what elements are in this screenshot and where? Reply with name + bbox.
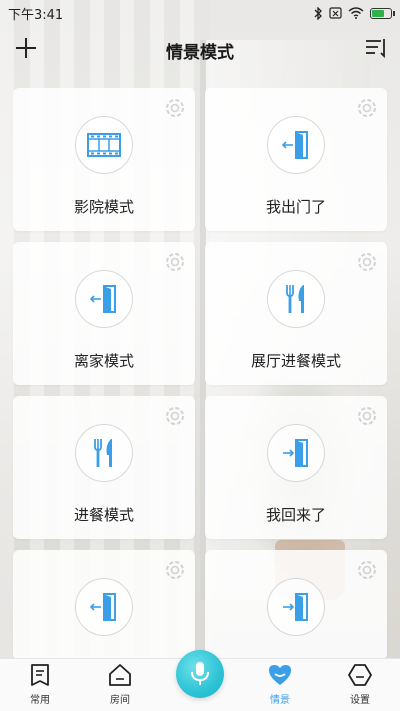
bluetooth-icon [314,6,322,20]
heart-icon [269,665,291,685]
scene-icon-circle [267,424,325,482]
page-title: 情景模式 [166,42,234,63]
gear-icon[interactable] [353,402,381,430]
sort-icon[interactable] [364,36,388,60]
scene-label: 我回来了 [265,506,326,524]
status-time: 下午3:41 [8,7,64,23]
plus-icon[interactable] [12,34,40,62]
cutlery-icon [286,285,304,313]
door-exit-icon [281,131,308,159]
scene-icon-circle [75,578,133,636]
scene-grid: 影院模式 我出门了 离家模式 展厅进餐模式 进餐模式 我回来了 [13,88,387,660]
scene-card[interactable]: 离家模式 [13,242,195,385]
scene-card[interactable]: 我出门了 [205,88,387,231]
tab-label: 常用 [30,695,50,706]
cutlery-icon [94,439,112,467]
sim-icon [329,7,342,19]
door-enter-icon [283,439,308,467]
scene-icon-circle [75,116,133,174]
tab-label: 房间 [110,695,130,706]
status-icons [313,6,395,20]
door-enter-icon [283,593,308,621]
door-exit-icon [89,593,116,621]
tab-label: 情景 [270,695,290,706]
voice-button[interactable] [176,650,224,698]
settings-icon [348,664,372,686]
scene-label: 影院模式 [73,198,134,216]
gear-icon[interactable] [161,402,189,430]
tab-common[interactable]: 常用 [10,658,70,711]
gear-icon[interactable] [353,556,381,584]
scene-card[interactable]: 进餐模式 [13,396,195,539]
scene-label: 我出门了 [265,198,326,216]
scene-card[interactable]: 影院模式 [13,88,195,231]
tab-scenes[interactable]: 情景 [250,658,310,711]
gear-icon[interactable] [353,94,381,122]
tab-label: 设置 [350,695,370,706]
wifi-icon [348,7,364,19]
scene-card[interactable] [13,550,195,660]
scene-card[interactable]: 我回来了 [205,396,387,539]
status-bar: 下午3:41 [0,0,400,26]
tab-rooms[interactable]: 房间 [90,658,150,711]
scene-card[interactable]: 展厅进餐模式 [205,242,387,385]
gear-icon[interactable] [161,556,189,584]
scene-icon-circle [267,116,325,174]
scene-icon-circle [267,578,325,636]
scene-icon-circle [267,270,325,328]
film-icon [87,133,121,157]
gear-icon[interactable] [353,248,381,276]
door-exit-icon [89,285,116,313]
scene-icon-circle [75,424,133,482]
scene-icon-circle [75,270,133,328]
nav-bar: 情景模式 [0,30,400,70]
tab-settings[interactable]: 设置 [330,658,390,711]
bookmark-icon [31,664,49,686]
house-icon [109,664,131,686]
scene-label: 进餐模式 [73,506,134,524]
scene-label: 展厅进餐模式 [250,352,341,370]
microphone-icon [191,662,209,685]
gear-icon[interactable] [161,248,189,276]
scene-card[interactable] [205,550,387,660]
gear-icon[interactable] [161,94,189,122]
scene-label: 离家模式 [73,352,134,370]
battery-icon [370,7,395,19]
